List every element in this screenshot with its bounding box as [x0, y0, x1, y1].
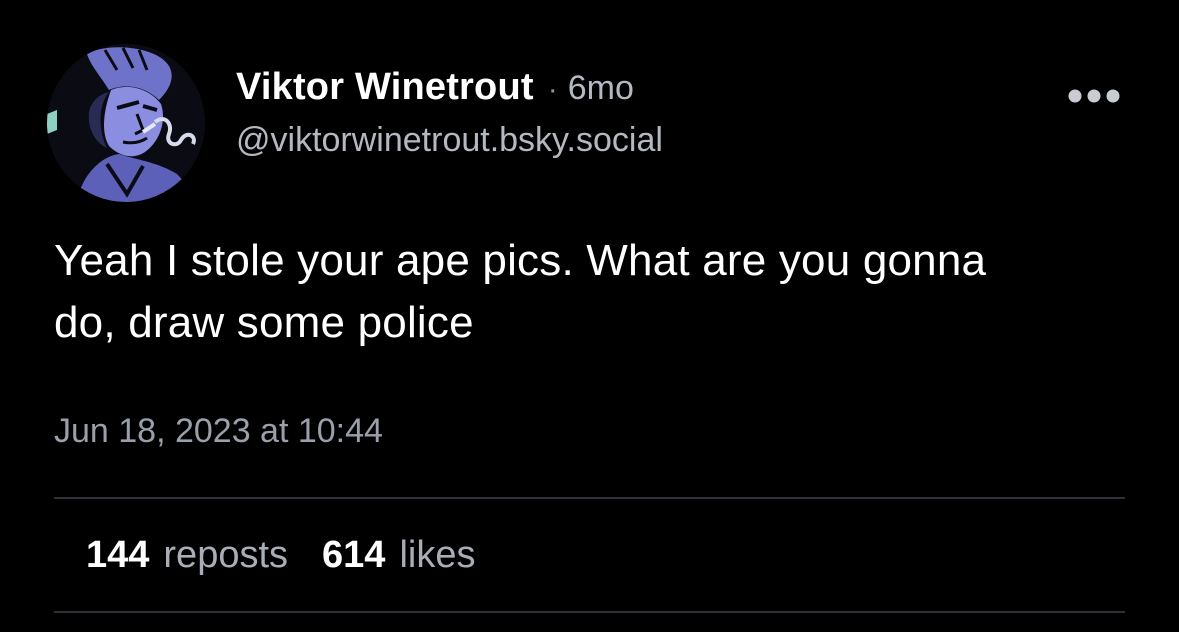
author-handle[interactable]: @viktorwinetrout.bsky.social [236, 121, 663, 160]
author-separator: · [547, 73, 558, 106]
post-text: Yeah I stole your ape pics. What are you… [54, 230, 1134, 354]
post-relative-time: 6mo [567, 69, 634, 107]
post-timestamp: Jun 18, 2023 at 10:44 [54, 412, 383, 450]
likes-stat[interactable]: 614 likes [322, 534, 475, 577]
divider-bottom [54, 611, 1125, 613]
reposts-count: 144 [86, 534, 150, 576]
likes-label: likes [399, 534, 476, 576]
post-text-line-1: Yeah I stole your ape pics. What are you… [54, 236, 987, 285]
divider-top [54, 497, 1125, 499]
reposts-stat[interactable]: 144 reposts [86, 534, 288, 577]
avatar-portrait-icon [47, 44, 205, 202]
more-options-icon [1068, 89, 1120, 103]
likes-count: 614 [322, 534, 386, 576]
more-options-button[interactable] [1062, 80, 1126, 112]
post-card: Viktor Winetrout · 6mo @viktorwinetrout.… [0, 0, 1179, 632]
author-line: Viktor Winetrout · 6mo [236, 66, 634, 112]
engagement-stats: 144 reposts 614 likes [86, 534, 475, 577]
author-display-name[interactable]: Viktor Winetrout [236, 66, 534, 109]
post-text-line-2: do, draw some police [54, 298, 474, 347]
author-avatar[interactable] [47, 44, 205, 202]
reposts-label: reposts [163, 534, 289, 576]
